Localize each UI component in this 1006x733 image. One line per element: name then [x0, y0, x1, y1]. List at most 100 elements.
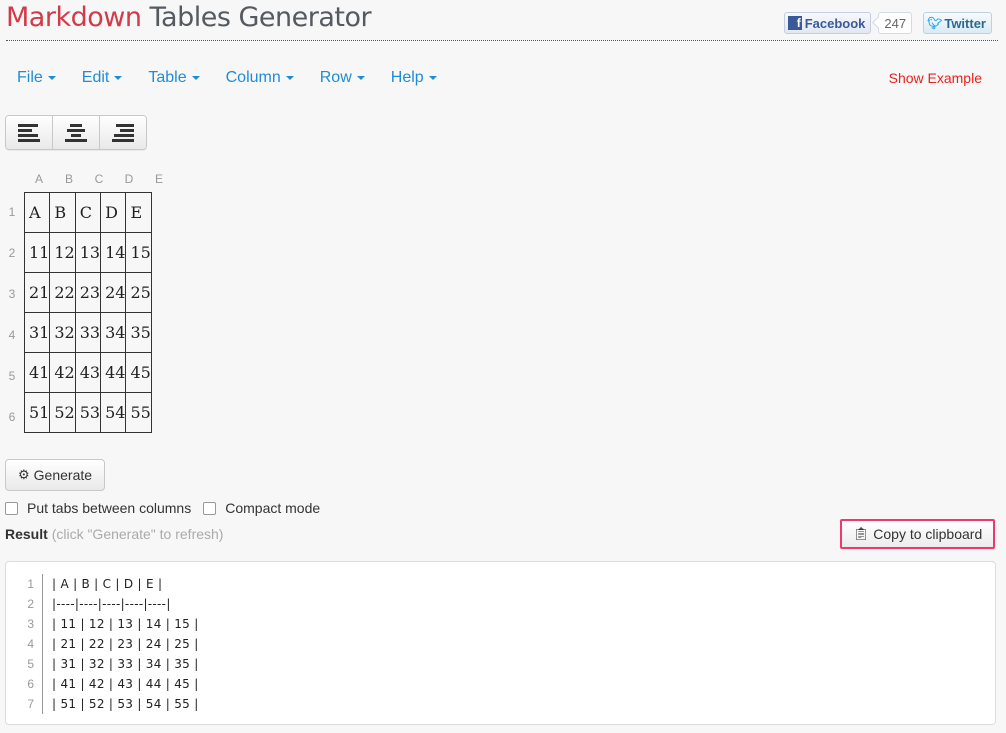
- code-line: | 51 | 52 | 53 | 54 | 55 |: [52, 697, 199, 711]
- table-cell[interactable]: 44: [100, 352, 127, 393]
- table-cell[interactable]: B: [49, 192, 76, 233]
- clipboard-icon: 📋︎: [852, 526, 870, 541]
- row-header: 4: [8, 328, 16, 342]
- table-cell[interactable]: 21: [23, 272, 51, 313]
- table-cell[interactable]: 24: [100, 272, 127, 313]
- table-row: 51 52 53 54 55: [23, 392, 152, 433]
- facebook-icon: f: [787, 16, 802, 30]
- line-number-gutter: 1 2 3 4 5 6 7: [6, 574, 43, 714]
- caret-down-icon: [114, 75, 123, 80]
- line-number: 1: [27, 577, 34, 591]
- table-cell[interactable]: D: [100, 192, 127, 233]
- table-cell[interactable]: C: [74, 192, 102, 233]
- twitter-button[interactable]: 🐦︎ Twitter: [923, 12, 992, 34]
- menu-table-label: Table: [148, 69, 187, 86]
- table-cell[interactable]: 33: [74, 312, 102, 353]
- line-number: 5: [27, 657, 34, 671]
- table-cell[interactable]: 52: [49, 392, 76, 433]
- table-cell[interactable]: 51: [23, 392, 51, 433]
- column-header: B: [64, 172, 73, 186]
- menu-file[interactable]: File: [17, 69, 56, 87]
- facebook-button[interactable]: f Facebook: [783, 12, 872, 34]
- table-cell[interactable]: 32: [49, 312, 76, 353]
- copy-label: Copy to clipboard: [873, 526, 983, 542]
- menu-bar: File Edit Table Column Row Help: [17, 69, 463, 87]
- table-cell[interactable]: 14: [100, 232, 127, 273]
- facebook-label: Facebook: [804, 15, 866, 31]
- caret-down-icon: [428, 75, 437, 80]
- menu-help-label: Help: [390, 69, 424, 86]
- menu-row[interactable]: Row: [320, 69, 365, 87]
- table-row: ABCDE: [23, 192, 152, 233]
- column-header: A: [34, 172, 43, 186]
- result-code: | A | B | C | D | E | |----|----|----|---…: [52, 574, 199, 714]
- table-cell[interactable]: 12: [49, 232, 76, 273]
- result-label: Result: [5, 526, 48, 542]
- line-number: 4: [27, 637, 34, 651]
- table-cell[interactable]: A: [23, 192, 51, 233]
- menu-edit[interactable]: Edit: [82, 69, 123, 87]
- code-line: | A | B | C | D | E |: [52, 577, 163, 591]
- column-header: C: [94, 172, 104, 186]
- line-number: 6: [27, 677, 34, 691]
- table-cell[interactable]: 43: [74, 352, 102, 393]
- compact-mode-label: Compact mode: [225, 500, 321, 516]
- table-cell[interactable]: 31: [23, 312, 51, 353]
- caret-down-icon: [47, 75, 56, 80]
- result-hint: (click "Generate" to refresh): [51, 526, 224, 542]
- row-header: 1: [8, 205, 16, 219]
- table-row: 41 42 43 44 45: [23, 352, 152, 393]
- result-code-editor[interactable]: 1 2 3 4 5 6 7 | A | B | C | D | E | |----|----|…: [5, 561, 996, 725]
- align-left-button[interactable]: [6, 116, 53, 149]
- caret-down-icon: [285, 75, 294, 80]
- table-cell[interactable]: 34: [100, 312, 127, 353]
- column-headers: A B C D E: [24, 172, 174, 186]
- menu-table[interactable]: Table: [148, 69, 200, 87]
- align-left-icon: [18, 123, 40, 142]
- menu-help[interactable]: Help: [391, 69, 437, 87]
- column-header: E: [154, 172, 163, 186]
- table-cell[interactable]: 45: [125, 352, 152, 393]
- align-right-button[interactable]: [100, 116, 146, 149]
- table-cell[interactable]: 23: [74, 272, 102, 313]
- result-heading: Result (click "Generate" to refresh): [5, 526, 223, 542]
- table-cell[interactable]: 53: [74, 392, 102, 433]
- row-header: 3: [8, 287, 16, 301]
- table-row: 21 22 23 24 25: [23, 272, 152, 313]
- generate-button[interactable]: ⚙ Generate: [5, 459, 106, 491]
- menu-edit-label: Edit: [81, 69, 110, 86]
- line-number: 3: [27, 617, 34, 631]
- compact-mode-checkbox[interactable]: [203, 501, 217, 515]
- menu-row-label: Row: [319, 69, 352, 86]
- menu-file-label: File: [17, 69, 43, 86]
- line-number: 7: [27, 697, 34, 711]
- code-line: | 21 | 22 | 23 | 24 | 25 |: [52, 637, 199, 651]
- table-cell[interactable]: 13: [74, 232, 102, 273]
- facebook-count: 247: [878, 12, 913, 34]
- menu-column[interactable]: Column: [226, 69, 294, 87]
- copy-to-clipboard-button[interactable]: 📋︎ Copy to clipboard: [840, 519, 995, 549]
- table-cell[interactable]: 41: [23, 352, 51, 393]
- show-example-link[interactable]: Show Example: [889, 70, 982, 86]
- table-cell[interactable]: 11: [23, 232, 51, 273]
- caret-down-icon: [356, 75, 365, 80]
- header: Markdown Tables Generator f Facebook 247…: [6, 0, 998, 41]
- table-cell[interactable]: 15: [125, 232, 152, 273]
- table-cell[interactable]: 42: [49, 352, 76, 393]
- table-cell[interactable]: 35: [125, 312, 152, 353]
- code-line: | 41 | 42 | 43 | 44 | 45 |: [52, 677, 199, 691]
- table-row: 31 32 33 34 35: [23, 312, 152, 353]
- align-center-button[interactable]: [53, 116, 100, 149]
- table-cell[interactable]: 55: [125, 392, 152, 433]
- gears-icon: ⚙: [18, 467, 30, 482]
- tabs-checkbox[interactable]: [5, 501, 18, 515]
- row-headers: 1 2 3 4 5 6: [6, 192, 18, 438]
- table-cell[interactable]: 54: [100, 392, 127, 433]
- table-cell[interactable]: E: [125, 192, 152, 233]
- code-line: | 31 | 32 | 33 | 34 | 35 |: [52, 657, 199, 671]
- twitter-label: Twitter: [944, 15, 986, 31]
- options: Put tabs between columns Compact mode: [5, 500, 332, 516]
- table-cell[interactable]: 25: [125, 272, 152, 313]
- table-cell[interactable]: 22: [49, 272, 76, 313]
- code-line: |----|----|----|----|----|: [52, 597, 171, 611]
